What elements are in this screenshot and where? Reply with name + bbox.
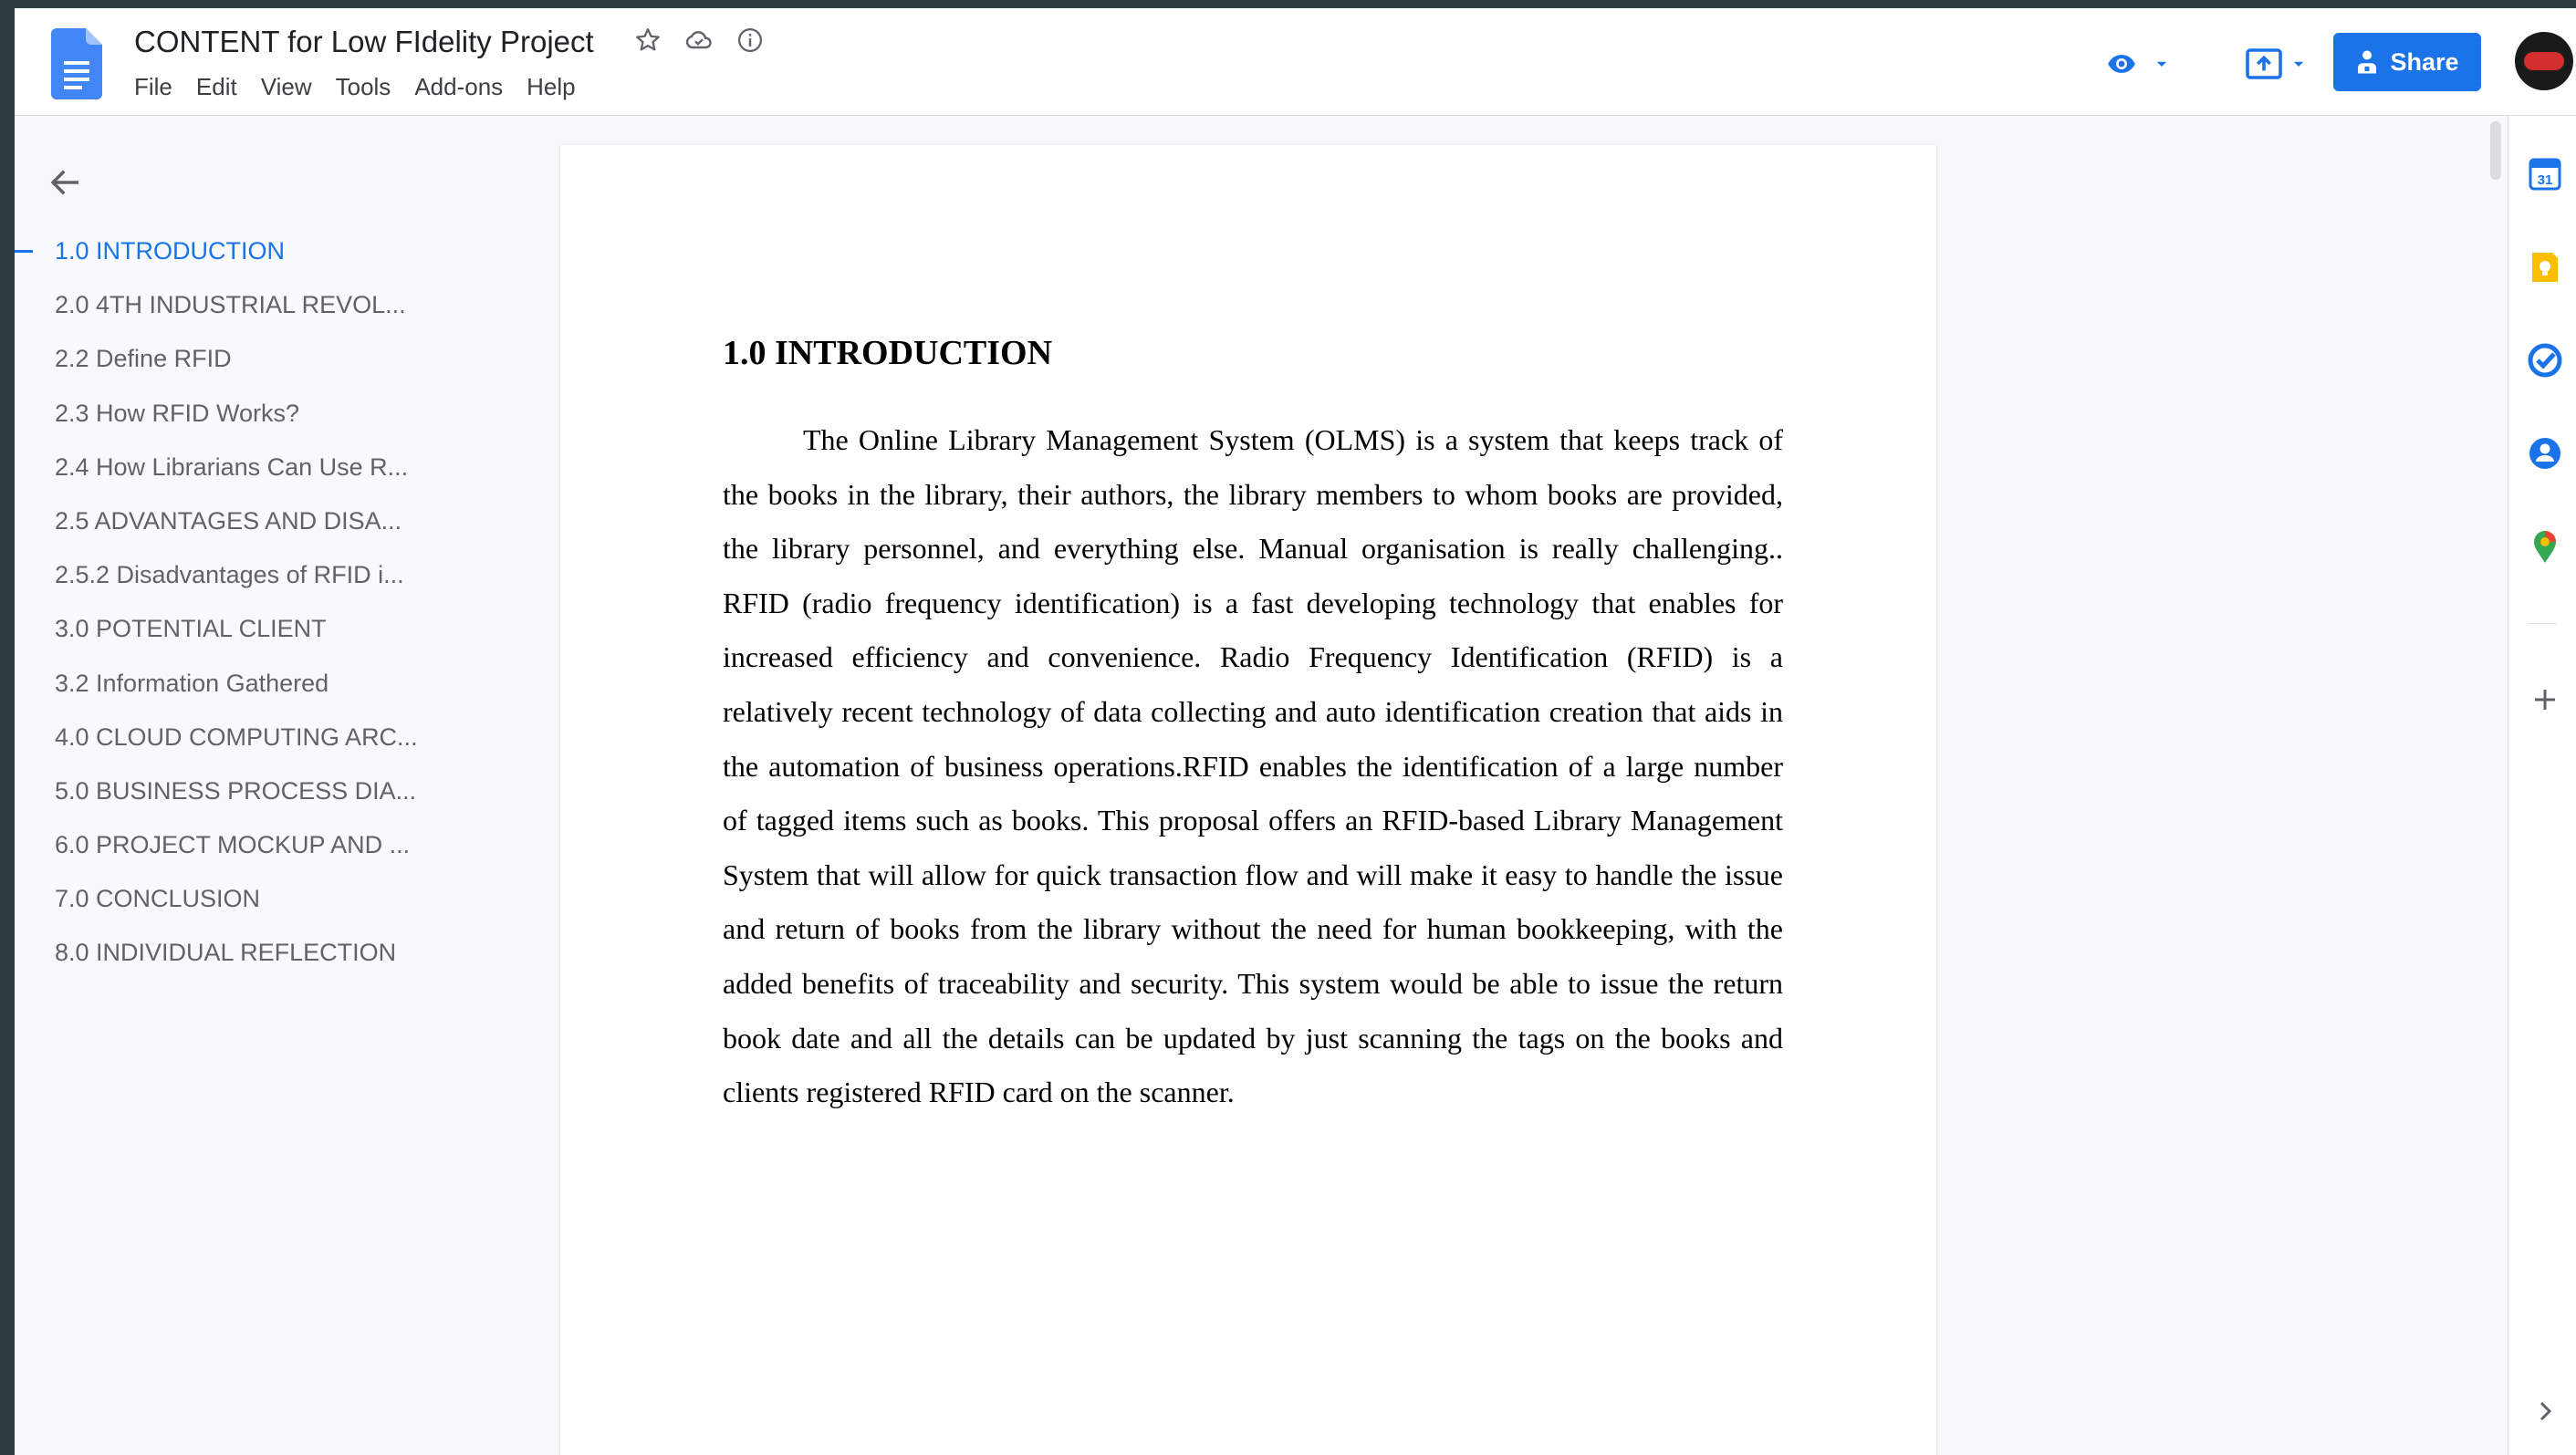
section-heading: 1.0 INTRODUCTION xyxy=(723,334,1053,372)
outline-item[interactable]: 1.0 INTRODUCTION xyxy=(15,233,544,286)
plus-icon[interactable] xyxy=(2527,681,2563,718)
menu-bar: File Edit View Tools Add-ons Help xyxy=(134,73,576,101)
outline-item[interactable]: 2.2 Define RFID xyxy=(15,340,544,394)
arrow-back-icon[interactable] xyxy=(47,163,85,202)
keep-icon[interactable] xyxy=(2527,249,2563,286)
outline-item[interactable]: 3.0 POTENTIAL CLIENT xyxy=(15,610,544,664)
menu-edit[interactable]: Edit xyxy=(196,73,237,101)
info-icon[interactable] xyxy=(735,25,766,56)
contacts-icon[interactable] xyxy=(2527,435,2563,472)
title-actions xyxy=(632,25,766,56)
menu-add-ons[interactable]: Add-ons xyxy=(414,73,503,101)
maps-icon[interactable] xyxy=(2527,528,2563,565)
star-icon[interactable] xyxy=(632,25,663,56)
docs-logo-icon[interactable] xyxy=(51,28,102,99)
account-avatar[interactable] xyxy=(2515,32,2573,90)
outline-item[interactable]: 8.0 INDIVIDUAL REFLECTION xyxy=(15,934,544,988)
side-panel: 31 xyxy=(2508,116,2576,1455)
menu-tools[interactable]: Tools xyxy=(336,73,391,101)
cloud-saved-icon[interactable] xyxy=(683,25,714,56)
calendar-date: 31 xyxy=(2538,172,2553,188)
outline-item[interactable]: 3.2 Information Gathered xyxy=(15,665,544,719)
menu-help[interactable]: Help xyxy=(527,73,575,101)
body-paragraph: The Online Library Management System (OL… xyxy=(723,423,1783,1109)
chevron-down-icon xyxy=(2293,61,2304,67)
outline-item[interactable]: 5.0 BUSINESS PROCESS DIA... xyxy=(15,773,544,826)
document-outline: 1.0 INTRODUCTION 2.0 4TH INDUSTRIAL REVO… xyxy=(15,233,544,989)
calendar-icon[interactable]: 31 xyxy=(2527,156,2563,192)
menu-file[interactable]: File xyxy=(134,73,172,101)
document-page[interactable]: 1.0 INTRODUCTION The Online Library Mana… xyxy=(560,145,1936,1455)
outline-item[interactable]: 2.5 ADVANTAGES AND DISA... xyxy=(15,503,544,556)
app-window: CONTENT for Low FIdelity Project File Ed… xyxy=(15,8,2576,1455)
outline-item[interactable]: 7.0 CONCLUSION xyxy=(15,880,544,934)
chevron-right-icon[interactable] xyxy=(2527,1393,2563,1429)
outline-item[interactable]: 2.0 4TH INDUSTRIAL REVOL... xyxy=(15,286,544,340)
header: CONTENT for Low FIdelity Project File Ed… xyxy=(15,8,2576,116)
vertical-scrollbar[interactable] xyxy=(2490,121,2501,180)
share-button[interactable]: Share xyxy=(2333,33,2481,91)
outline-item[interactable]: 4.0 CLOUD COMPUTING ARC... xyxy=(15,719,544,773)
viewing-mode-button[interactable] xyxy=(2088,36,2188,92)
document-title[interactable]: CONTENT for Low FIdelity Project xyxy=(134,25,594,59)
share-label: Share xyxy=(2390,47,2459,76)
side-panel-divider xyxy=(2529,623,2556,624)
outline-item[interactable]: 2.3 How RFID Works? xyxy=(15,395,544,449)
menu-view[interactable]: View xyxy=(261,73,312,101)
present-button[interactable] xyxy=(2227,36,2324,92)
tasks-icon[interactable] xyxy=(2527,342,2563,379)
outline-item[interactable]: 2.4 How Librarians Can Use R... xyxy=(15,449,544,503)
outline-item[interactable]: 6.0 PROJECT MOCKUP AND ... xyxy=(15,826,544,880)
eye-icon xyxy=(2108,55,2135,73)
outline-item[interactable]: 2.5.2 Disadvantages of RFID i... xyxy=(15,556,544,610)
person-lock-icon xyxy=(2358,50,2377,74)
present-icon xyxy=(2246,48,2282,79)
chevron-down-icon xyxy=(2156,61,2167,67)
